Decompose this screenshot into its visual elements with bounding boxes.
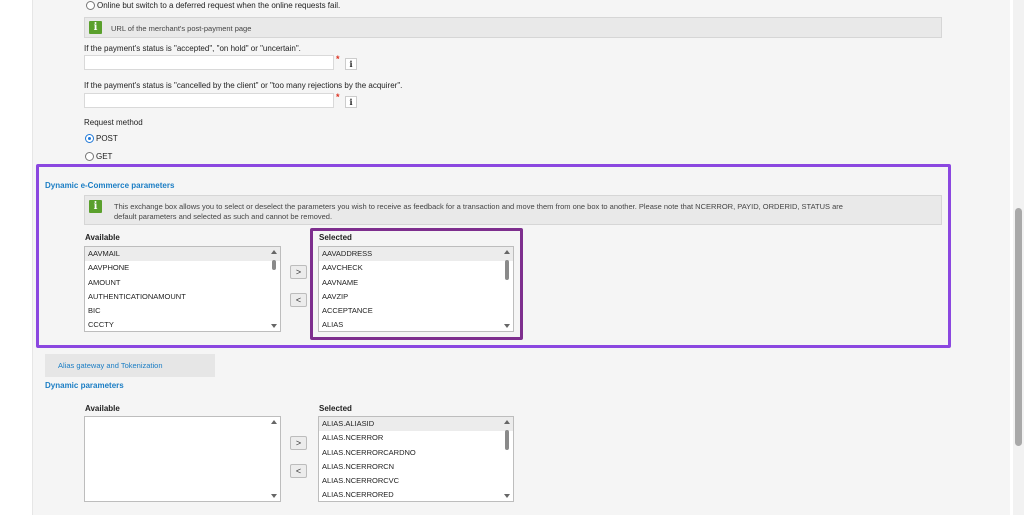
- post-payment-info-box: i URL of the merchant's post-payment pag…: [84, 17, 942, 38]
- radio-deferred-label: Online but switch to a deferred request …: [97, 1, 341, 10]
- dynamic-section-title: Dynamic parameters: [45, 381, 124, 390]
- accepted-info-button[interactable]: i: [345, 58, 357, 70]
- list-item[interactable]: ALIAS.NCERRORCVC: [319, 474, 513, 488]
- accepted-url-label: If the payment's status is "accepted", "…: [84, 44, 301, 53]
- info-icon: i: [89, 21, 102, 34]
- scroll-down-icon[interactable]: [271, 494, 277, 498]
- radio-post[interactable]: [85, 134, 94, 143]
- dynamic-available-header: Available: [85, 404, 120, 413]
- list-item[interactable]: ALIAS.NCERRORCN: [319, 460, 513, 474]
- list-item[interactable]: ALIAS.ALIASID: [319, 417, 513, 432]
- page-scroll-thumb[interactable]: [1015, 208, 1022, 446]
- list-item[interactable]: ALIAS.NCERRORED: [319, 488, 513, 501]
- accepted-url-input[interactable]: [84, 55, 334, 70]
- radio-post-label: POST: [96, 134, 118, 143]
- required-marker: *: [336, 54, 340, 64]
- cancelled-url-label: If the payment's status is "cancelled by…: [84, 81, 403, 90]
- list-item[interactable]: ALIAS.NCERROR: [319, 431, 513, 445]
- required-marker: *: [336, 92, 340, 102]
- cancelled-url-input[interactable]: [84, 93, 334, 108]
- dynamic-add-button[interactable]: >: [290, 436, 307, 450]
- highlight-selected-list: [310, 228, 523, 340]
- radio-get-label: GET: [96, 152, 113, 161]
- dynamic-remove-button[interactable]: <: [290, 464, 307, 478]
- list-item[interactable]: ALIAS.NCERRORCARDNO: [319, 446, 513, 460]
- request-method-label: Request method: [84, 118, 143, 127]
- radio-deferred[interactable]: [86, 1, 95, 10]
- scroll-down-icon[interactable]: [504, 494, 510, 498]
- scroll-up-icon[interactable]: [504, 420, 510, 424]
- cancelled-info-button[interactable]: i: [345, 96, 357, 108]
- dynamic-selected-header: Selected: [319, 404, 352, 413]
- dynamic-available-list[interactable]: [84, 416, 281, 502]
- post-payment-info-text: URL of the merchant's post-payment page: [111, 24, 252, 33]
- radio-get[interactable]: [85, 152, 94, 161]
- tab-alias-gateway-label: Alias gateway and Tokenization: [58, 361, 163, 370]
- dynamic-selected-list[interactable]: ALIAS.ALIASID ALIAS.NCERROR ALIAS.NCERRORC…: [318, 416, 514, 502]
- list-scrollbar[interactable]: [503, 418, 512, 500]
- tab-alias-gateway[interactable]: Alias gateway and Tokenization: [45, 354, 215, 377]
- scroll-up-icon[interactable]: [271, 420, 277, 424]
- list-scrollbar[interactable]: [270, 418, 279, 500]
- scroll-thumb[interactable]: [505, 430, 509, 450]
